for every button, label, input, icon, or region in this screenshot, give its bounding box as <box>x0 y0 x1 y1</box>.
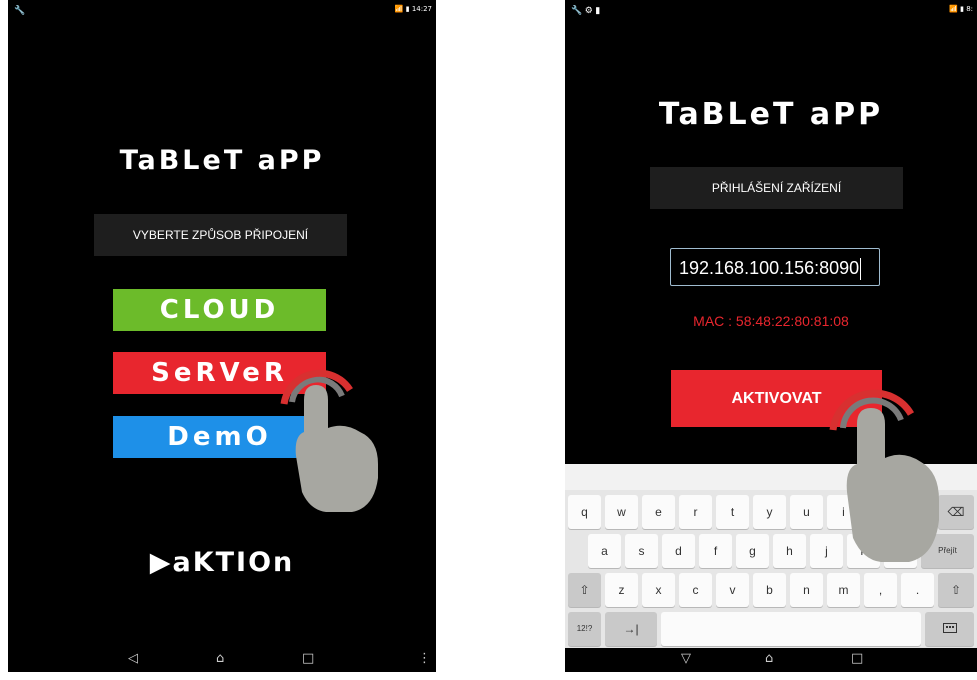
shift-key-left[interactable]: ⇧ <box>568 573 601 607</box>
key-r[interactable]: r <box>679 495 712 529</box>
key-n[interactable]: n <box>790 573 823 607</box>
back-icon[interactable]: ◁ <box>128 651 138 666</box>
status-bar: 🔧 ⚙ ▮ 📶 ▮ 8: <box>565 0 977 20</box>
server-address-input[interactable]: 192.168.100.156:8090 <box>670 248 880 286</box>
tap-hand-icon <box>829 389 939 562</box>
key-d[interactable]: d <box>662 534 695 568</box>
clock: 14:27 <box>411 5 432 13</box>
wrench-icon: 🔧 ⚙ ▮ <box>571 5 601 15</box>
home-icon[interactable]: ⌂ <box>216 651 224 666</box>
mac-address: MAC : 58:48:22:80:81:08 <box>693 313 849 329</box>
nav-bar: ▽ ⌂ □ <box>565 648 977 672</box>
key-s[interactable]: s <box>625 534 658 568</box>
menu-icon[interactable]: ⋮ <box>418 651 431 666</box>
device-login-title: PŘIHLÁŠENÍ ZAŘÍZENÍ <box>650 167 903 209</box>
key-g[interactable]: g <box>736 534 769 568</box>
nav-bar: ◁ ⌂ □ ⋮ <box>8 648 436 672</box>
key-e[interactable]: e <box>642 495 675 529</box>
server-address-value: 192.168.100.156:8090 <box>679 258 860 278</box>
status-right: 📶 ▮ 14:27 <box>394 5 432 13</box>
recent-apps-icon[interactable]: □ <box>851 651 863 666</box>
wrench-icon: 🔧 <box>14 5 26 15</box>
status-bar: 🔧 📶 ▮ 14:27 <box>8 0 436 20</box>
key-f[interactable]: f <box>699 534 732 568</box>
right-tablet-screen: 🔧 ⚙ ▮ 📶 ▮ 8: TaBLeT aPP PŘIHLÁŠENÍ ZAŘÍZ… <box>565 0 977 672</box>
status-right: 📶 ▮ 8: <box>949 5 973 13</box>
keyboard-icon <box>942 623 957 633</box>
key-h[interactable]: h <box>773 534 806 568</box>
key-c[interactable]: c <box>679 573 712 607</box>
key-x[interactable]: x <box>642 573 675 607</box>
key-q[interactable]: q <box>568 495 601 529</box>
app-logo: TaBLeT aPP <box>119 145 325 176</box>
cloud-button[interactable]: CLOUD <box>113 289 326 331</box>
keyboard-layout-key[interactable] <box>925 612 974 646</box>
clock: 8: <box>966 5 973 13</box>
symbols-key[interactable]: 12!? <box>568 612 601 646</box>
home-icon[interactable]: ⌂ <box>765 651 773 666</box>
key-t[interactable]: t <box>716 495 749 529</box>
app-logo: TaBLeT aPP <box>658 97 884 132</box>
space-key[interactable] <box>661 612 921 646</box>
tap-hand-icon <box>280 369 378 512</box>
text-cursor <box>860 258 862 281</box>
key-z[interactable]: z <box>605 573 638 607</box>
key-y[interactable]: y <box>753 495 786 529</box>
key-u[interactable]: u <box>790 495 823 529</box>
key-a[interactable]: a <box>588 534 621 568</box>
aktion-logo: ▶aKTIOn <box>149 547 295 578</box>
left-tablet-screen: 🔧 📶 ▮ 14:27 TaBLeT aPP VYBERTE ZPŮSOB PŘ… <box>8 0 436 672</box>
tab-key[interactable]: →| <box>605 612 657 646</box>
key-w[interactable]: w <box>605 495 638 529</box>
recent-apps-icon[interactable]: □ <box>302 651 314 666</box>
key-b[interactable]: b <box>753 573 786 607</box>
connection-prompt: VYBERTE ZPŮSOB PŘIPOJENÍ <box>94 214 347 256</box>
key-v[interactable]: v <box>716 573 749 607</box>
back-icon[interactable]: ▽ <box>681 651 691 666</box>
